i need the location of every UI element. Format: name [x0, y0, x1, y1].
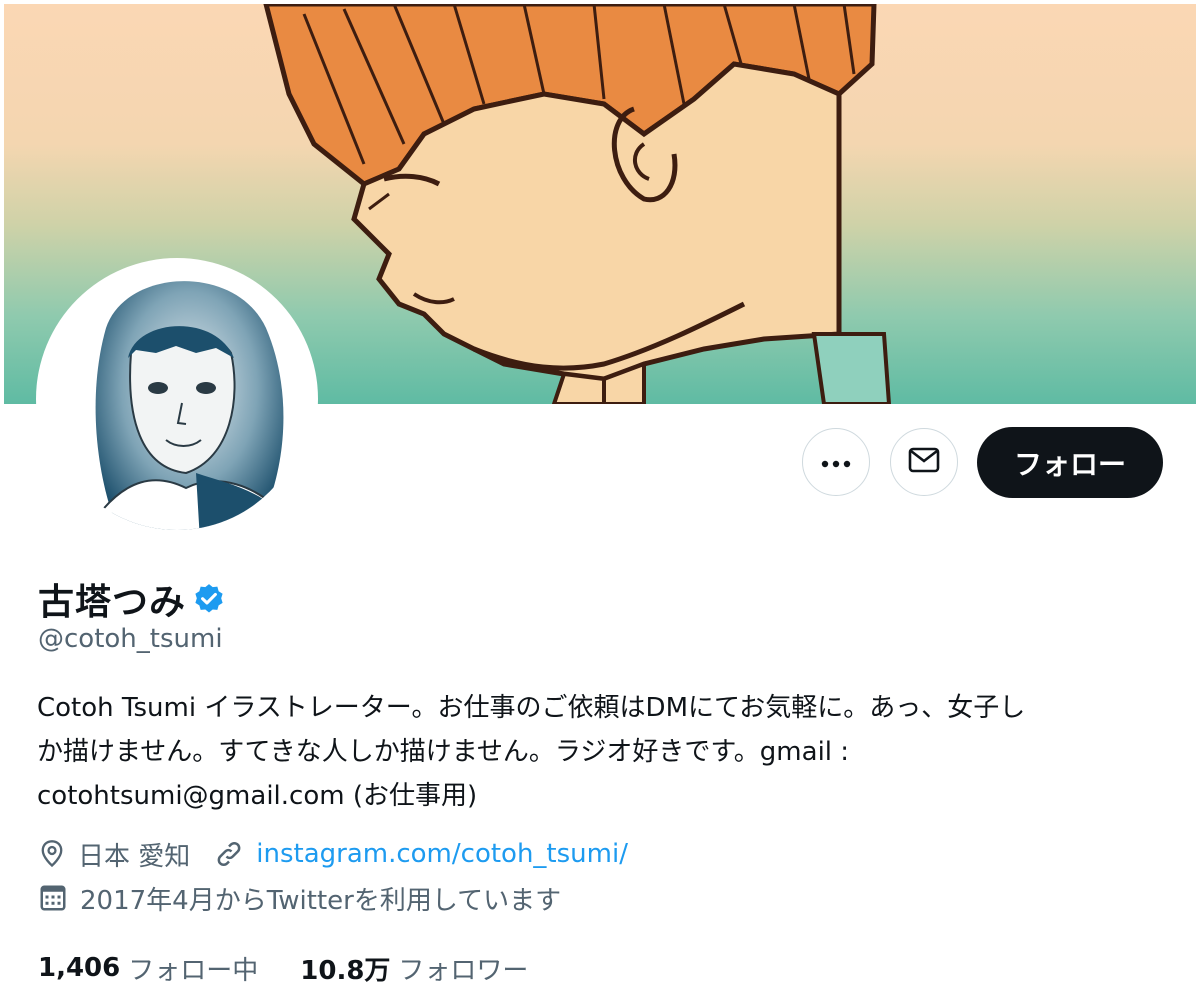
follow-button[interactable]: フォロー — [977, 427, 1163, 498]
bio-line: cotohtsumi@gmail.com (お仕事用) — [37, 781, 478, 811]
profile-join-row: 2017年4月からTwitterを利用しています — [38, 880, 561, 916]
location-pin-icon — [38, 839, 66, 869]
profile-stats: 1,406 フォロー中 10.8万 フォロワー — [38, 950, 570, 986]
bio-line: か描けません。すてきな人しか描けません。ラジオ好きです。gmail : — [37, 737, 850, 767]
more-icon — [821, 453, 851, 472]
profile-bio: Cotoh Tsumi イラストレーター。お仕事のご依頼はDMにてお気軽に。あっ… — [37, 686, 1172, 818]
profile-location: 日本 愛知 — [78, 841, 191, 872]
profile-join-date: 2017年4月からTwitterを利用しています — [80, 885, 562, 916]
bio-line: Cotoh Tsumi イラストレーター。お仕事のご依頼はDMにてお気軽に。あっ… — [37, 693, 1026, 723]
profile-name-row: 古塔つみ — [38, 573, 226, 625]
followers-stat[interactable]: 10.8万 フォロワー — [300, 950, 528, 987]
profile-website-link[interactable]: instagram.com/cotoh_tsumi/ — [256, 839, 628, 869]
direct-message-button[interactable] — [890, 428, 958, 496]
verified-badge-icon[interactable] — [192, 582, 226, 616]
profile-handle: @cotoh_tsumi — [38, 624, 223, 654]
calendar-icon — [38, 883, 68, 913]
following-label: フォロー中 — [128, 955, 259, 986]
link-icon — [214, 839, 244, 869]
more-options-button[interactable] — [802, 428, 870, 496]
profile-meta-row: 日本 愛知 instagram.com/cotoh_tsumi/ — [38, 836, 628, 872]
mail-icon — [908, 447, 940, 477]
following-count: 1,406 — [38, 953, 121, 983]
display-name: 古塔つみ — [38, 582, 187, 623]
following-stat[interactable]: 1,406 フォロー中 — [38, 950, 258, 987]
followers-count: 10.8万 — [300, 955, 391, 986]
followers-label: フォロワー — [398, 955, 529, 986]
follow-button-label: フォロー — [1013, 447, 1126, 481]
profile-avatar[interactable] — [36, 258, 318, 540]
